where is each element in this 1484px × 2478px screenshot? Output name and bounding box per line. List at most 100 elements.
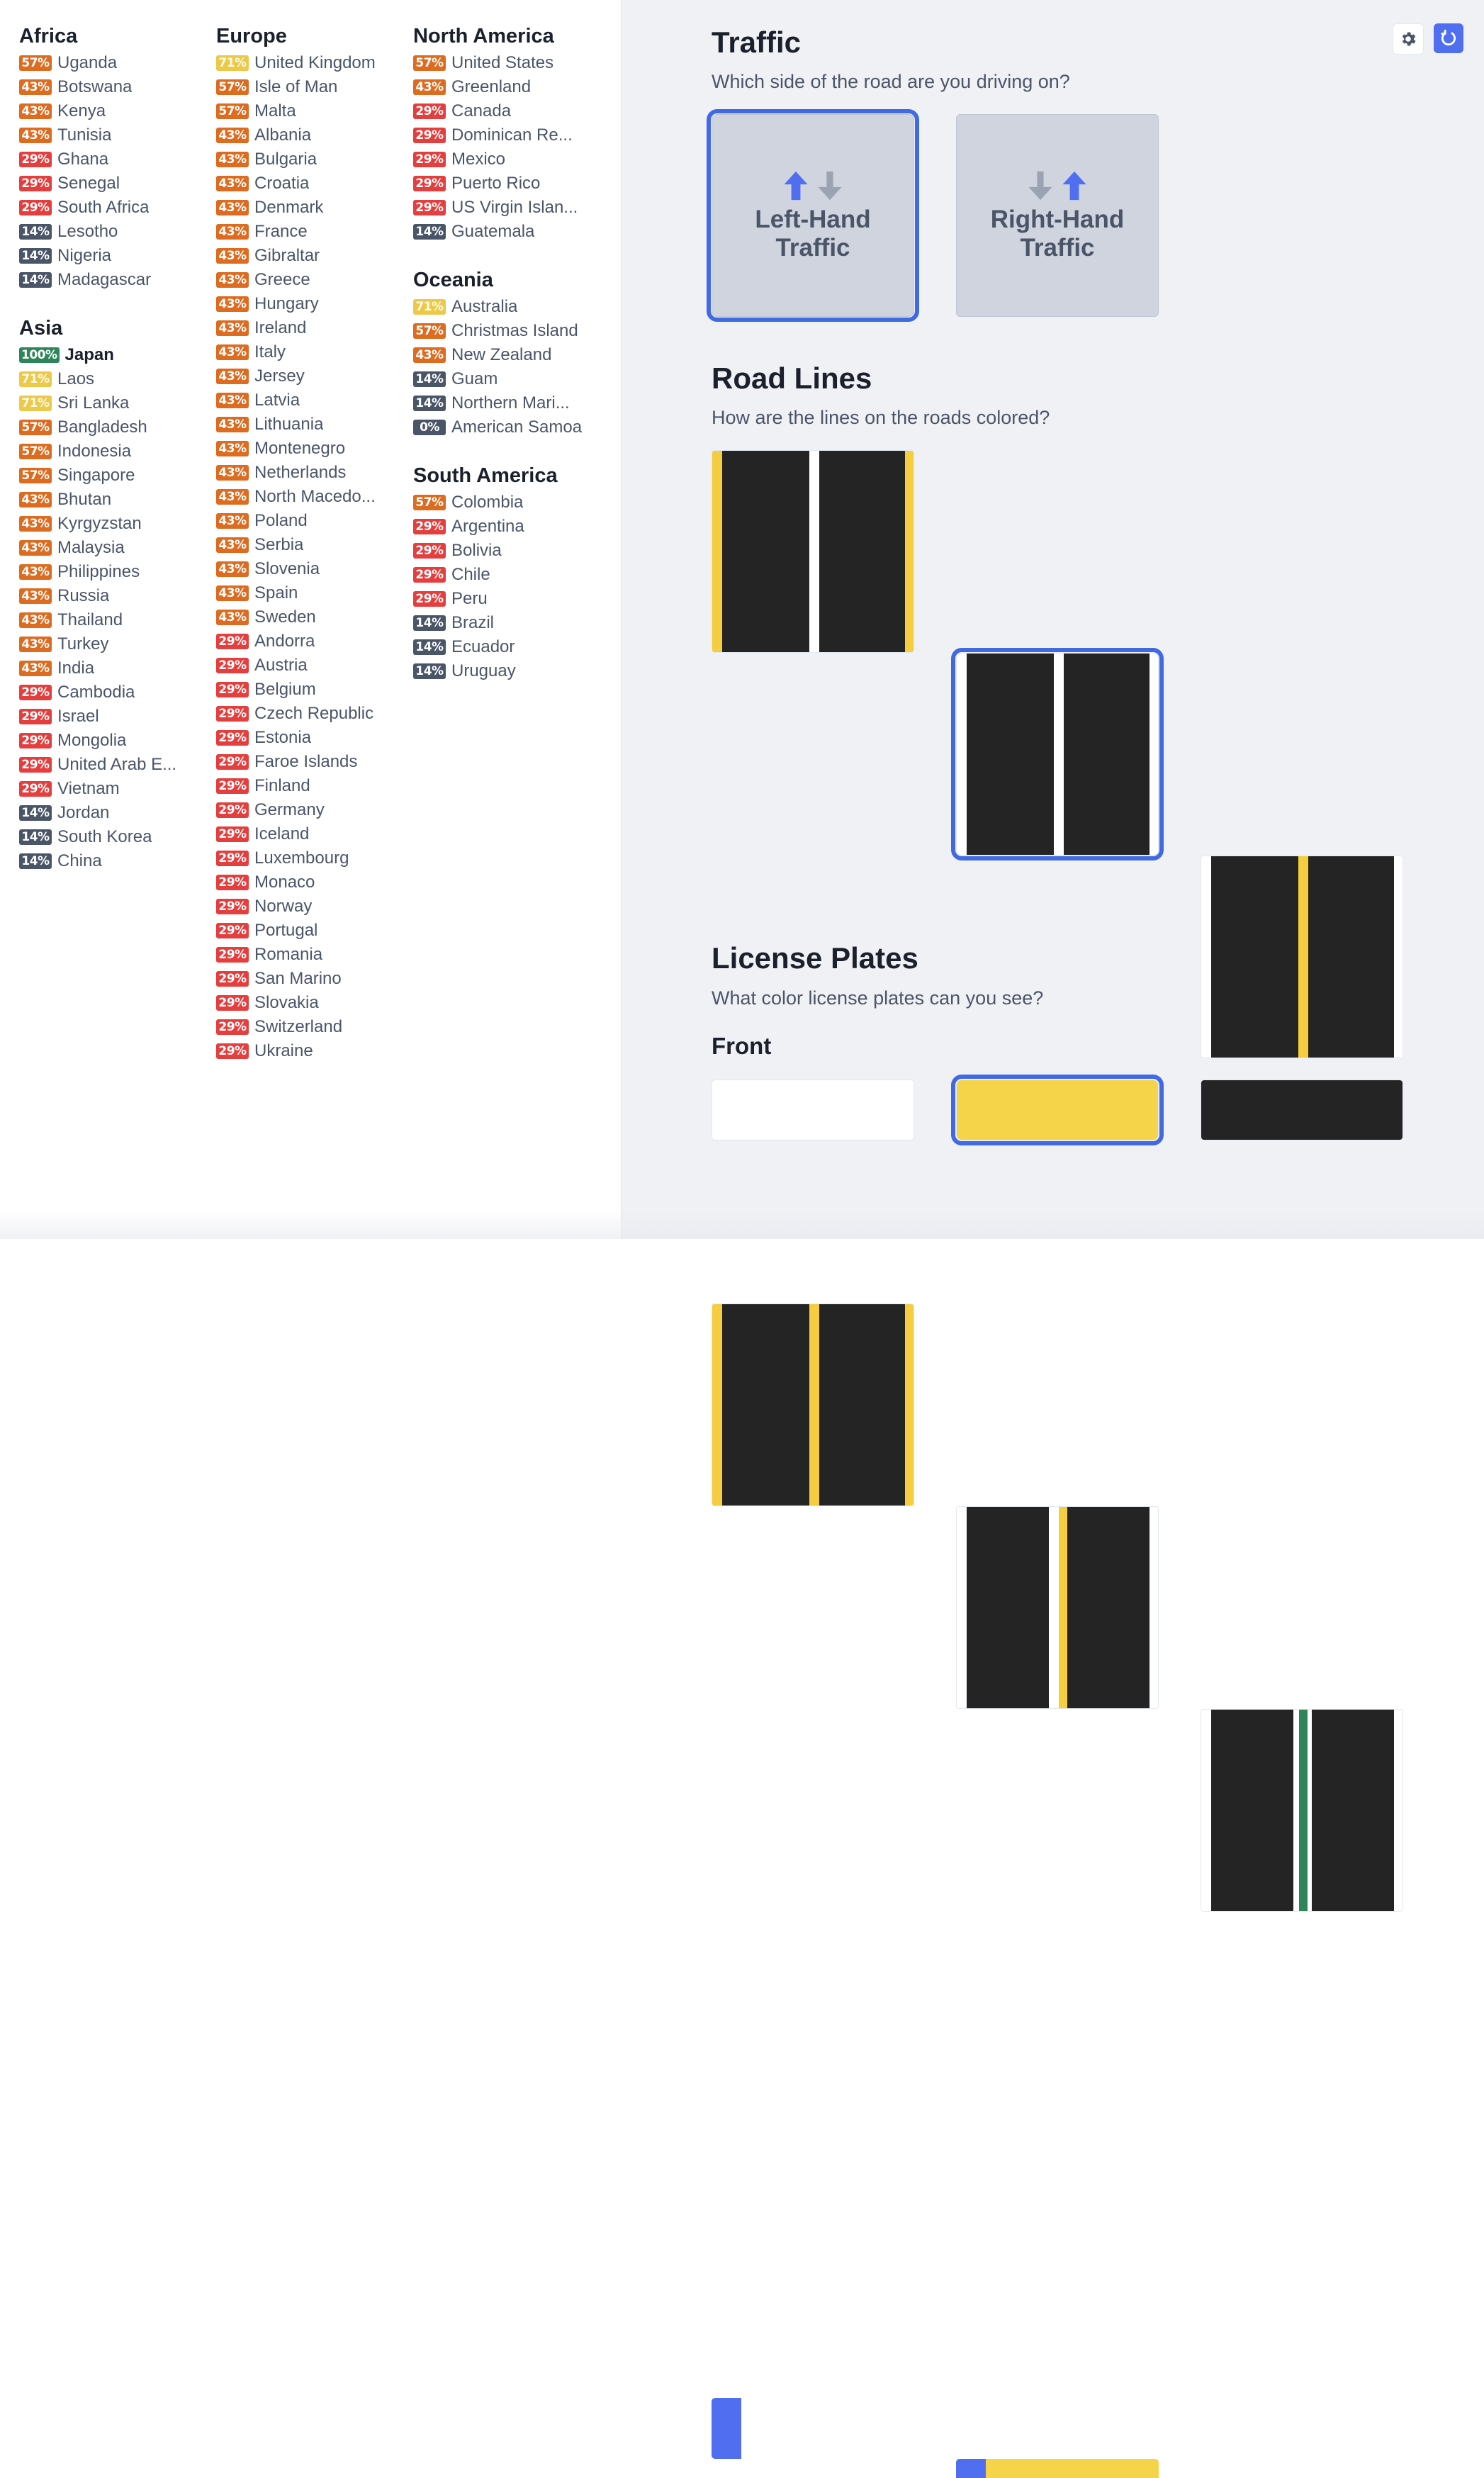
country-result[interactable]: 43% India — [19, 656, 210, 680]
country-result[interactable]: 43% Italy — [216, 340, 407, 364]
country-result[interactable]: 57% United States — [413, 51, 605, 75]
country-result[interactable]: 14% China — [19, 849, 210, 873]
country-result[interactable]: 29% Monaco — [216, 870, 407, 895]
country-result[interactable]: 29% San Marino — [216, 967, 407, 991]
reset-button[interactable] — [1434, 23, 1463, 53]
country-result[interactable]: 43% North Macedo... — [216, 485, 407, 509]
country-result[interactable]: 29% Canada — [413, 99, 605, 123]
settings-button[interactable] — [1393, 23, 1424, 55]
country-result[interactable]: 29% Israel — [19, 705, 210, 729]
country-result[interactable]: 29% Andorra — [216, 629, 407, 654]
country-result[interactable]: 29% Faroe Islands — [216, 750, 407, 774]
country-result[interactable]: 43% Thailand — [19, 608, 210, 632]
country-result[interactable]: 43% New Zealand — [413, 343, 605, 367]
country-result[interactable]: 43% Serbia — [216, 533, 407, 557]
country-result[interactable]: 43% Croatia — [216, 172, 407, 196]
country-result[interactable]: 43% Turkey — [19, 632, 210, 656]
plate-option-yellow[interactable] — [951, 1075, 1164, 1145]
road-option-white-edges-white-center[interactable] — [951, 648, 1164, 860]
country-result[interactable]: 14% Nigeria — [19, 244, 210, 268]
country-result[interactable]: 43% Hungary — [216, 292, 407, 316]
country-result[interactable]: 29% Puerto Rico — [413, 172, 605, 196]
country-result[interactable]: 14% South Korea — [19, 825, 210, 849]
country-result[interactable]: 29% Switzerland — [216, 1015, 407, 1039]
plate-option-white[interactable] — [712, 1080, 914, 1140]
country-result[interactable]: 43% Tunisia — [19, 123, 210, 147]
country-result[interactable]: 0% American Samoa — [413, 415, 605, 439]
country-result[interactable]: 14% Ecuador — [413, 635, 605, 659]
country-result[interactable]: 43% Jersey — [216, 364, 407, 388]
country-result[interactable]: 29% Argentina — [413, 515, 605, 539]
country-result[interactable]: 29% Bolivia — [413, 539, 605, 563]
country-result[interactable]: 29% Cambodia — [19, 680, 210, 705]
country-result[interactable]: 71% Sri Lanka — [19, 391, 210, 415]
country-result[interactable]: 29% Norway — [216, 895, 407, 919]
country-result[interactable]: 29% Peru — [413, 587, 605, 611]
country-result[interactable]: 43% Bhutan — [19, 488, 210, 512]
country-result[interactable]: 14% Northern Mari... — [413, 391, 605, 415]
country-result[interactable]: 14% Brazil — [413, 611, 605, 635]
country-result[interactable]: 43% Malaysia — [19, 536, 210, 560]
country-result[interactable]: 14% Jordan — [19, 801, 210, 825]
road-option-white-green-center[interactable] — [1201, 1709, 1403, 1912]
country-result[interactable]: 29% Senegal — [19, 172, 210, 196]
country-result[interactable]: 43% Poland — [216, 509, 407, 533]
country-result[interactable]: 43% Kenya — [19, 99, 210, 123]
country-result[interactable]: 57% Isle of Man — [216, 75, 407, 99]
country-result[interactable]: 14% Guam — [413, 367, 605, 391]
country-result[interactable]: 43% Spain — [216, 581, 407, 605]
country-result[interactable]: 43% Latvia — [216, 388, 407, 413]
plate-option-yellow-blue-band[interactable] — [956, 2459, 1159, 2478]
left-hand-traffic-option[interactable]: Left-Hand Traffic — [707, 109, 919, 322]
country-result[interactable]: 14% Madagascar — [19, 268, 210, 292]
country-result[interactable]: 29% Romania — [216, 943, 407, 967]
country-result[interactable]: 43% Greenland — [413, 75, 605, 99]
country-result[interactable]: 29% Chile — [413, 563, 605, 587]
country-result[interactable]: 43% Kyrgyzstan — [19, 512, 210, 536]
country-result[interactable]: 57% Indonesia — [19, 439, 210, 464]
right-hand-traffic-option[interactable]: Right-Hand Traffic — [956, 114, 1159, 317]
country-result[interactable]: 43% Philippines — [19, 560, 210, 584]
country-result[interactable]: 29% South Africa — [19, 196, 210, 220]
country-result[interactable]: 29% Estonia — [216, 726, 407, 750]
country-result[interactable]: 29% Mexico — [413, 147, 605, 172]
country-result[interactable]: 43% Montenegro — [216, 437, 407, 461]
country-result[interactable]: 57% Malta — [216, 99, 407, 123]
country-result[interactable]: 57% Christmas Island — [413, 319, 605, 343]
country-result[interactable]: 43% Sweden — [216, 605, 407, 629]
country-result[interactable]: 29% US Virgin Islan... — [413, 196, 605, 220]
country-result[interactable]: 43% Lithuania — [216, 413, 407, 437]
road-option-yellow-edges-white-center[interactable] — [712, 450, 914, 653]
country-result[interactable]: 29% Finland — [216, 774, 407, 798]
country-result[interactable]: 43% France — [216, 220, 407, 244]
plate-option-white-blue-band[interactable] — [712, 2398, 914, 2459]
country-result[interactable]: 43% Netherlands — [216, 461, 407, 485]
road-option-white-edges-yellow-center[interactable] — [1201, 856, 1403, 1058]
country-result[interactable]: 14% Guatemala — [413, 220, 605, 244]
country-result[interactable]: 29% Dominican Re... — [413, 123, 605, 147]
country-result[interactable]: 14% Lesotho — [19, 220, 210, 244]
country-result[interactable]: 43% Botswana — [19, 75, 210, 99]
country-result[interactable]: 29% Luxembourg — [216, 846, 407, 870]
country-result[interactable]: 29% Ghana — [19, 147, 210, 172]
country-result[interactable]: 100% Japan — [19, 343, 210, 367]
country-result[interactable]: 71% United Kingdom — [216, 51, 407, 75]
country-result[interactable]: 29% Czech Republic — [216, 702, 407, 726]
country-result[interactable]: 43% Denmark — [216, 196, 407, 220]
country-result[interactable]: 29% Slovakia — [216, 991, 407, 1015]
plate-option-black[interactable] — [1201, 1080, 1403, 1140]
country-result[interactable]: 43% Russia — [19, 584, 210, 608]
country-result[interactable]: 29% Iceland — [216, 822, 407, 846]
country-result[interactable]: 29% Vietnam — [19, 777, 210, 801]
country-result[interactable]: 29% United Arab E... — [19, 753, 210, 777]
country-result[interactable]: 29% Belgium — [216, 678, 407, 702]
country-result[interactable]: 29% Germany — [216, 798, 407, 822]
country-result[interactable]: 43% Slovenia — [216, 557, 407, 581]
road-option-white-yellow-center[interactable] — [956, 1506, 1159, 1709]
country-result[interactable]: 29% Ukraine — [216, 1039, 407, 1063]
country-result[interactable]: 57% Bangladesh — [19, 415, 210, 439]
country-result[interactable]: 43% Greece — [216, 268, 407, 292]
country-result[interactable]: 29% Austria — [216, 654, 407, 678]
country-result[interactable]: 29% Portugal — [216, 919, 407, 943]
country-result[interactable]: 43% Albania — [216, 123, 407, 147]
